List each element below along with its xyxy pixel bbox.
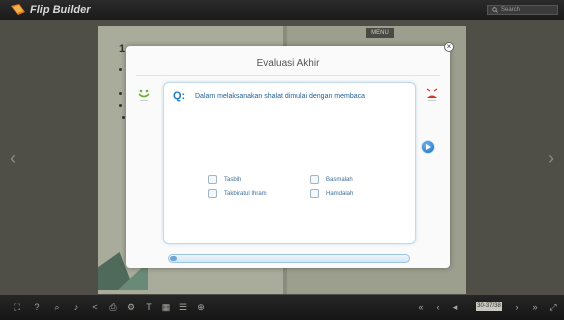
page-bullet: [119, 104, 122, 107]
page-bullet: [122, 116, 125, 119]
option-hamdalah[interactable]: Hamdalah: [310, 189, 353, 198]
option-takbiratul-ihram[interactable]: Takbiratul Ihram: [208, 189, 267, 198]
page-bullet: [119, 92, 122, 95]
option-label: Hamdalah: [326, 190, 354, 197]
divider: [136, 75, 440, 76]
thumbnails-icon[interactable]: ▦: [161, 302, 171, 312]
text-icon[interactable]: T: [144, 302, 154, 312]
flipbuilder-logo-icon: [11, 4, 25, 15]
page-back-icon[interactable]: ◂: [450, 302, 460, 312]
quiz-progress-bar: [168, 254, 410, 263]
search-input[interactable]: Search: [501, 6, 520, 14]
next-question-button[interactable]: [421, 140, 435, 154]
question-label: Q:: [173, 90, 186, 102]
more-icon[interactable]: ⤢: [548, 302, 558, 312]
last-page-icon[interactable]: »: [530, 302, 540, 312]
list-icon[interactable]: ☰: [178, 302, 188, 312]
sad-face-icon: [426, 88, 438, 101]
option-checkbox[interactable]: [310, 175, 319, 184]
page-heading: 1: [119, 43, 126, 55]
first-page-icon[interactable]: «: [416, 302, 426, 312]
zoom-icon[interactable]: ⌕: [52, 302, 62, 312]
happy-face-icon: [138, 89, 150, 101]
prev-page-arrow-icon[interactable]: ‹: [10, 148, 16, 169]
option-tasbih[interactable]: Tasbih: [208, 175, 241, 184]
option-label: Basmalah: [326, 176, 353, 183]
help-icon[interactable]: ?: [32, 302, 42, 312]
dialog-title: Evaluasi Akhir: [256, 58, 320, 69]
question-text: Dalam melaksanakan shalat dimulai dengan…: [195, 93, 366, 100]
menu-tab[interactable]: MENU: [366, 28, 394, 38]
zoom-in-icon[interactable]: ⊕: [196, 302, 206, 312]
logo: Flip Builder: [10, 3, 91, 16]
print-icon[interactable]: ⎙: [108, 302, 118, 312]
settings-icon[interactable]: ⚙: [126, 302, 136, 312]
sound-icon[interactable]: ♪: [71, 302, 81, 312]
app-title: Flip Builder: [30, 3, 91, 16]
option-label: Tasbih: [224, 176, 242, 183]
prev-page-icon[interactable]: ‹: [433, 302, 443, 312]
option-checkbox[interactable]: [208, 175, 217, 184]
progress-fill: [170, 256, 177, 261]
option-checkbox[interactable]: [208, 189, 217, 198]
page-counter[interactable]: 30-37/38: [476, 302, 502, 311]
page-bullet: [119, 68, 122, 71]
search-icon[interactable]: [492, 7, 498, 13]
search-box[interactable]: Search: [487, 5, 558, 15]
next-page-arrow-icon[interactable]: ›: [548, 148, 554, 169]
play-arrow-icon: [426, 144, 431, 150]
fullscreen-icon[interactable]: ⛶: [12, 302, 22, 312]
option-checkbox[interactable]: [310, 189, 319, 198]
option-basmalah[interactable]: Basmalah: [310, 175, 353, 184]
close-icon[interactable]: ×: [444, 42, 454, 52]
option-label: Takbiratul Ihram: [224, 190, 267, 197]
question-panel: [163, 82, 416, 244]
top-bar: Flip Builder Search: [0, 0, 564, 20]
next-page-icon[interactable]: ›: [512, 302, 522, 312]
share-icon[interactable]: <: [90, 302, 100, 312]
